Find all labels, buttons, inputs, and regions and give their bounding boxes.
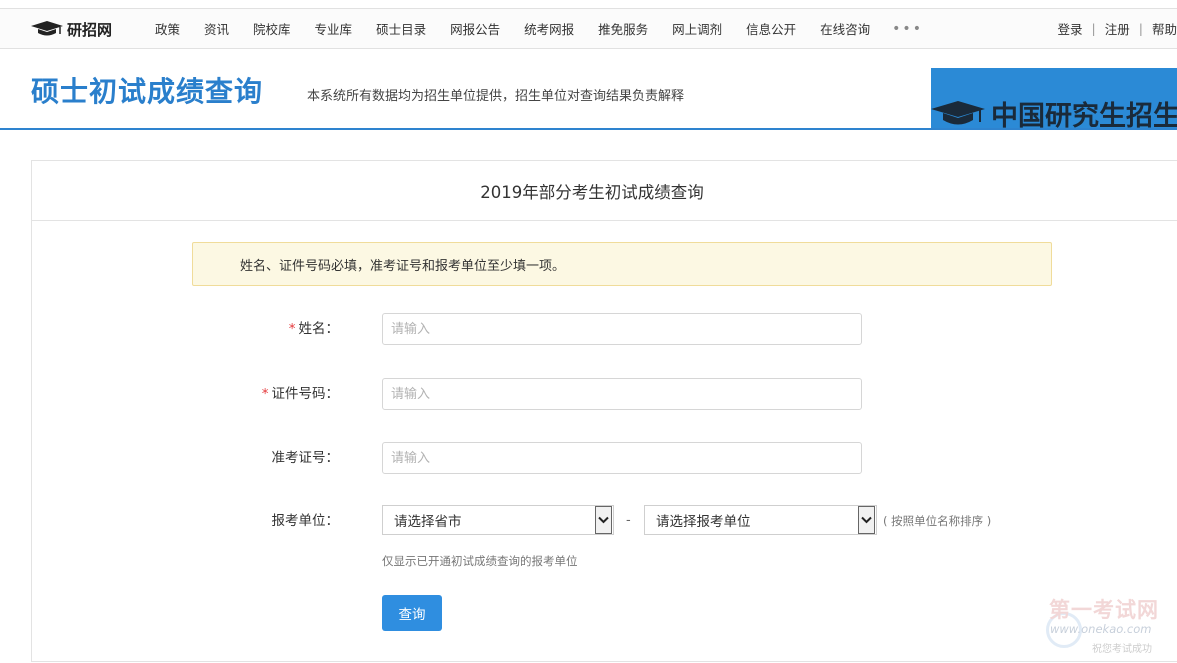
name-row: * 姓名： xyxy=(32,313,1132,345)
login-link[interactable]: 登录 xyxy=(1058,19,1083,38)
watermark-url: www.onekao.com xyxy=(1050,622,1152,636)
site-logo[interactable]: 研招网 xyxy=(31,19,112,39)
province-select[interactable]: 请选择省市 xyxy=(382,505,614,535)
auth-separator: | xyxy=(1138,21,1143,36)
nav-item-consult[interactable]: 在线咨询 xyxy=(808,19,882,38)
nav-item-news[interactable]: 资讯 xyxy=(192,19,241,38)
auth-separator: | xyxy=(1091,21,1096,36)
banner-text: 中国研究生招生 xyxy=(991,101,1177,128)
name-input[interactable] xyxy=(382,313,862,345)
nav-item-recommendation[interactable]: 推免服务 xyxy=(586,19,660,38)
exam-number-input[interactable] xyxy=(382,442,862,474)
id-number-input[interactable] xyxy=(382,378,862,410)
chevron-down-icon[interactable] xyxy=(595,506,612,534)
watermark-slogan: 祝您考试成功 xyxy=(1092,644,1152,655)
page-header: 硕士初试成绩查询 本系统所有数据均为招生单位提供，招生单位对查询结果负责解释 中… xyxy=(0,48,1177,130)
panel-header: 2019年部分考生初试成绩查询 xyxy=(32,161,1177,221)
required-mark: * xyxy=(261,386,269,402)
select-dash: - xyxy=(626,513,631,528)
nav-item-majors[interactable]: 专业库 xyxy=(303,19,365,38)
unit-select-value: 请选择报考单位 xyxy=(656,514,751,530)
required-mark: * xyxy=(288,321,296,337)
nav-item-schools[interactable]: 院校库 xyxy=(241,19,303,38)
header-banner: 中国研究生招生 xyxy=(931,68,1177,128)
id-number-label: * 证件号码： xyxy=(262,378,339,410)
nav-more-icon[interactable]: ••• xyxy=(882,21,933,37)
auth-links: 登录 | 注册 | 帮助 xyxy=(1058,9,1177,48)
exam-number-label: 准考证号： xyxy=(272,442,340,474)
unit-label-text: 报考单位： xyxy=(271,513,340,529)
nav-item-exam-registration[interactable]: 统考网报 xyxy=(512,19,586,38)
id-number-row: * 证件号码： xyxy=(32,378,1132,410)
id-number-label-text: 证件号码： xyxy=(271,386,340,402)
help-link[interactable]: 帮助 xyxy=(1152,19,1177,38)
sort-note: ( 按照单位名称排序 ) xyxy=(883,514,992,528)
nav-item-disclosure[interactable]: 信息公开 xyxy=(734,19,808,38)
name-label-text: 姓名： xyxy=(298,321,340,337)
page-title: 硕士初试成绩查询 xyxy=(31,75,264,108)
nav-item-policy[interactable]: 政策 xyxy=(143,19,192,38)
logo-text: 研招网 xyxy=(67,20,113,39)
notice-box: 姓名、证件号码必填，准考证号和报考单位至少填一项。 xyxy=(192,242,1052,286)
exam-number-label-text: 准考证号： xyxy=(271,450,340,466)
panel-title: 2019年部分考生初试成绩查询 xyxy=(480,182,704,202)
nav-item-master-catalog[interactable]: 硕士目录 xyxy=(364,19,438,38)
province-select-value: 请选择省市 xyxy=(394,514,462,530)
watermark-title: 第一考试网 xyxy=(1049,598,1159,622)
query-panel: 2019年部分考生初试成绩查询 姓名、证件号码必填，准考证号和报考单位至少填一项… xyxy=(31,160,1177,662)
name-label: * 姓名： xyxy=(289,313,339,345)
nav-item-adjustment[interactable]: 网上调剂 xyxy=(660,19,734,38)
unit-row: 报考单位： 请选择省市 - 请选择报考单位 ( 按照单位名称排序 ) xyxy=(32,505,1132,537)
watermark: 第一考试网 www.onekao.com 祝您考试成功 xyxy=(1040,590,1177,660)
top-navigation-bar: 研招网 政策 资讯 院校库 专业库 硕士目录 网报公告 统考网报 推免服务 网上… xyxy=(0,8,1177,49)
graduation-cap-icon xyxy=(31,21,63,36)
chevron-down-icon[interactable] xyxy=(858,506,875,534)
graduation-cap-icon xyxy=(931,100,985,124)
unit-label: 报考单位： xyxy=(272,505,340,537)
unit-hint: 仅显示已开通初试成绩查询的报考单位 xyxy=(382,554,578,568)
nav-item-registration-notice[interactable]: 网报公告 xyxy=(438,19,512,38)
page-subtitle: 本系统所有数据均为招生单位提供，招生单位对查询结果负责解释 xyxy=(307,89,685,104)
main-nav: 政策 资讯 院校库 专业库 硕士目录 网报公告 统考网报 推免服务 网上调剂 信… xyxy=(143,9,933,48)
query-button[interactable]: 查询 xyxy=(382,595,442,631)
unit-select[interactable]: 请选择报考单位 xyxy=(644,505,877,535)
register-link[interactable]: 注册 xyxy=(1105,19,1130,38)
exam-number-row: 准考证号： xyxy=(32,442,1132,474)
notice-text: 姓名、证件号码必填，准考证号和报考单位至少填一项。 xyxy=(240,258,566,274)
